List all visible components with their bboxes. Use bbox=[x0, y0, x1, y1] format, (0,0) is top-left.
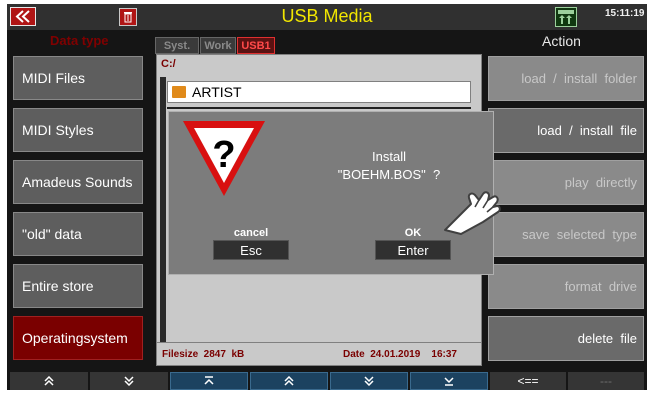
pointing-hand-icon bbox=[444, 191, 501, 235]
data-type-label: Amadeus Sounds bbox=[22, 174, 133, 190]
down-icon bbox=[364, 376, 374, 386]
save-selected-type-button[interactable]: save selected type bbox=[488, 212, 644, 257]
bottom-icon bbox=[444, 377, 454, 386]
top-icon bbox=[204, 376, 214, 385]
data-type-amadeus-sounds[interactable]: Amadeus Sounds bbox=[13, 160, 143, 204]
load-install-folder-button[interactable]: load / install folder bbox=[488, 56, 644, 101]
filesize: Filesize 2847 kB bbox=[162, 349, 245, 360]
load-install-file-button[interactable]: load / install file bbox=[488, 108, 644, 153]
page-up-button[interactable] bbox=[10, 372, 88, 390]
scroll-bottom-button[interactable] bbox=[410, 372, 488, 390]
data-type-header: Data type bbox=[50, 33, 109, 48]
tab-usb1[interactable]: USB1 bbox=[237, 37, 275, 54]
tab-syst[interactable]: Syst. bbox=[155, 37, 199, 54]
data-type-midi-styles[interactable]: MIDI Styles bbox=[13, 108, 143, 152]
scroll-up-button[interactable] bbox=[250, 372, 328, 390]
page-right-button[interactable]: --- bbox=[568, 372, 644, 390]
title-bar: USB Media 15:11:19 bbox=[7, 4, 647, 30]
page-left-button[interactable]: <== bbox=[490, 372, 566, 390]
data-type-old-data[interactable]: "old" data bbox=[13, 212, 143, 256]
action-header: Action bbox=[542, 33, 581, 49]
data-type-midi-files[interactable]: MIDI Files bbox=[13, 56, 143, 100]
svg-text:?: ? bbox=[212, 134, 235, 176]
up-icon bbox=[284, 376, 294, 386]
clock: 15:11:19 bbox=[605, 8, 645, 19]
cancel-button[interactable]: Esc bbox=[213, 240, 289, 260]
delete-file-button[interactable]: delete file bbox=[488, 316, 644, 361]
data-type-label: Entire store bbox=[22, 278, 94, 294]
format-drive-button[interactable]: format drive bbox=[488, 264, 644, 309]
cancel-label: cancel bbox=[233, 227, 269, 239]
status-bar: Filesize 2847 kB Date 24.01.2019 16:37 bbox=[157, 342, 481, 365]
page-title: USB Media bbox=[281, 6, 373, 26]
folder-item[interactable]: ARTIST bbox=[167, 81, 471, 103]
double-up-icon bbox=[44, 376, 54, 386]
action-label: delete file bbox=[577, 331, 637, 346]
scroll-top-button[interactable] bbox=[170, 372, 248, 390]
double-down-icon bbox=[124, 376, 134, 386]
action-label: load / install folder bbox=[521, 71, 637, 86]
usb-icon bbox=[555, 7, 577, 27]
action-label: format drive bbox=[564, 279, 637, 294]
action-label: save selected type bbox=[522, 227, 637, 242]
ok-button[interactable]: Enter bbox=[375, 240, 451, 260]
dialog-message-line1: Install bbox=[372, 149, 406, 164]
tree-line bbox=[160, 77, 166, 342]
tab-work[interactable]: Work bbox=[200, 37, 236, 54]
data-type-entire-store[interactable]: Entire store bbox=[13, 264, 143, 308]
current-path: C:/ bbox=[161, 58, 176, 70]
file-date: Date 24.01.2019 16:37 bbox=[343, 349, 457, 360]
divider bbox=[167, 107, 471, 109]
page-down-button[interactable] bbox=[90, 372, 168, 390]
scroll-down-button[interactable] bbox=[330, 372, 408, 390]
data-type-label: "old" data bbox=[22, 226, 82, 242]
data-type-label: MIDI Styles bbox=[22, 122, 94, 138]
data-type-label: MIDI Files bbox=[22, 70, 85, 86]
warning-question-icon: ? bbox=[183, 121, 265, 196]
action-label: play directly bbox=[564, 175, 637, 190]
data-type-label: Operatingsystem bbox=[22, 330, 128, 346]
play-directly-button[interactable]: play directly bbox=[488, 160, 644, 205]
folder-icon bbox=[172, 86, 186, 98]
folder-name: ARTIST bbox=[192, 84, 242, 100]
screen: USB Media 15:11:19 Data type Action MIDI… bbox=[7, 4, 647, 390]
data-type-operatingsystem[interactable]: Operatingsystem bbox=[13, 316, 143, 360]
action-label: load / install file bbox=[537, 123, 637, 138]
